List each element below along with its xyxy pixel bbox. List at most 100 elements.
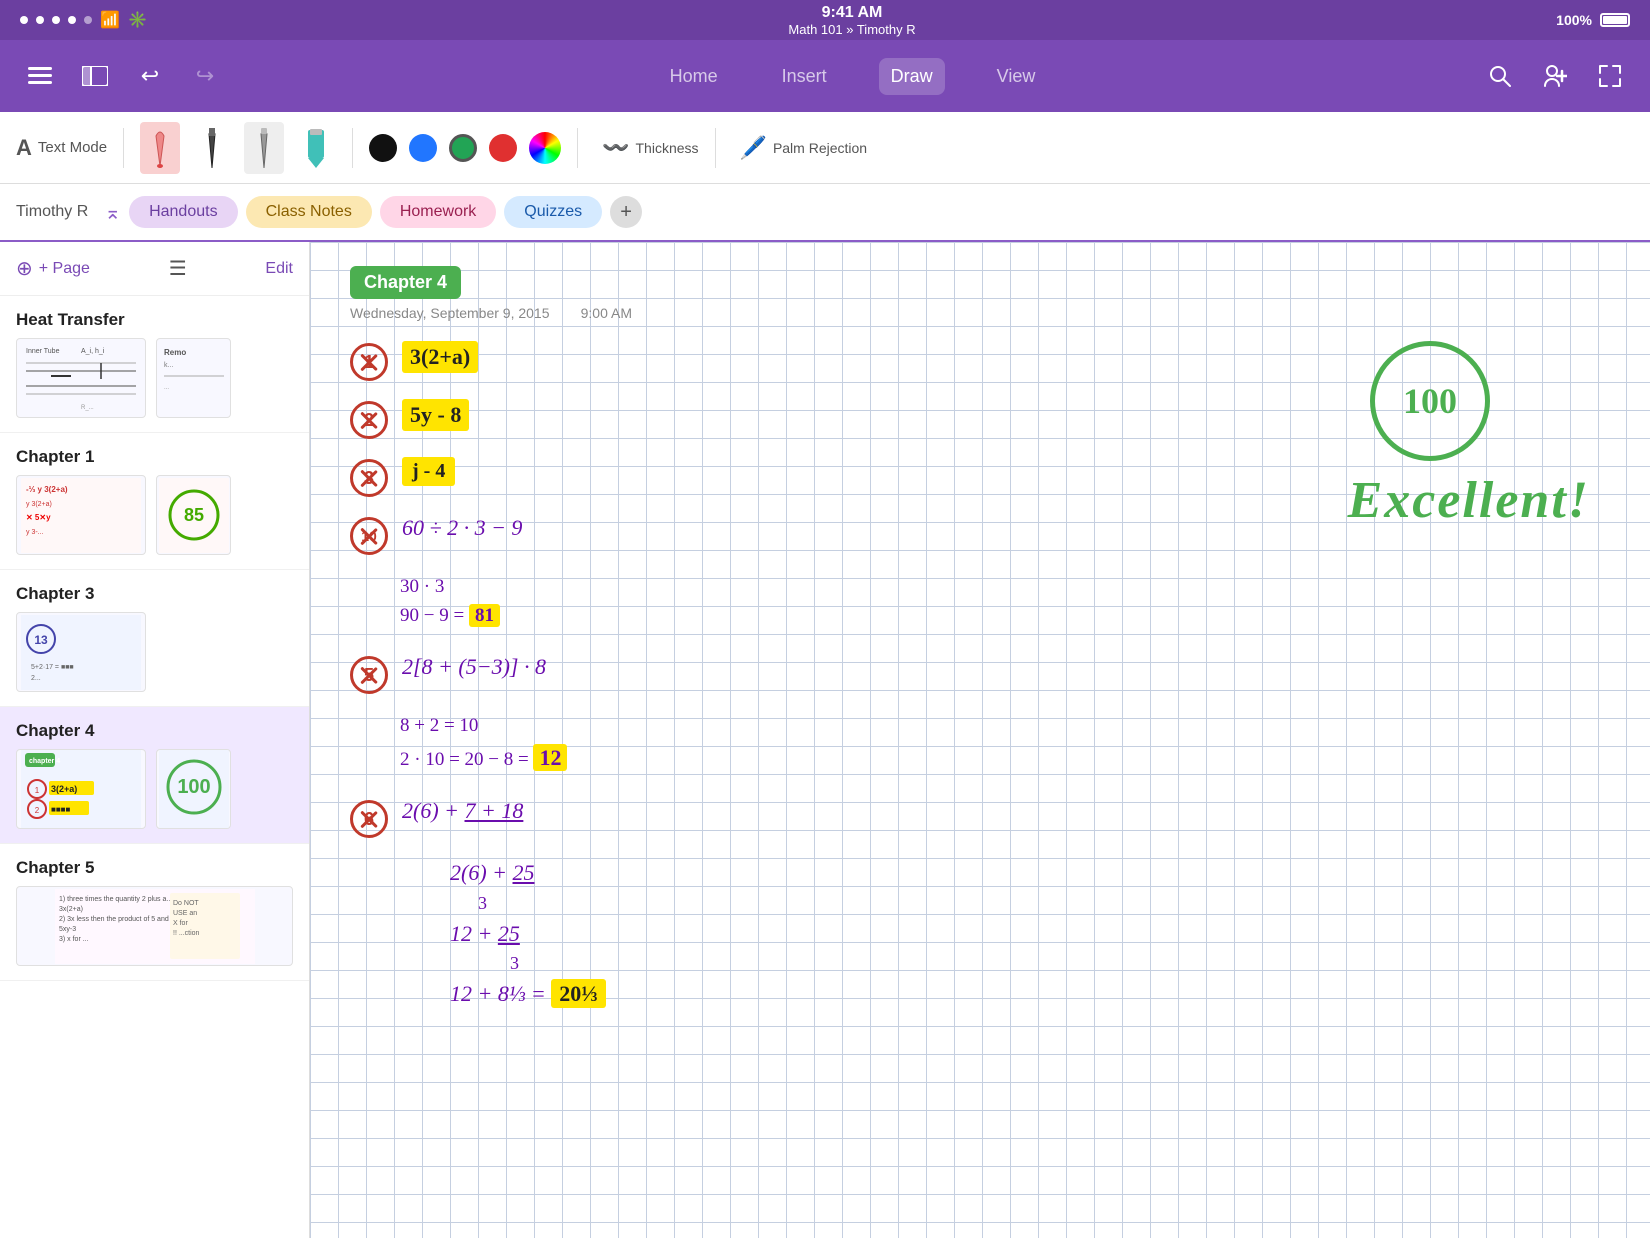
svg-text:■■■■: ■■■■: [51, 805, 70, 814]
edit-button[interactable]: Edit: [265, 260, 293, 278]
svg-text:k...: k...: [164, 362, 173, 369]
pen-tool-gray-active[interactable]: [244, 122, 284, 174]
add-page-label: + Page: [39, 260, 90, 278]
chapter-tag: Chapter 4: [350, 266, 1610, 305]
svg-text:X for: X for: [173, 920, 188, 927]
problem-num-2: 2: [350, 401, 388, 439]
svg-text:1) three times the quantity 2: 1) three times the quantity 2 plus a...: [59, 896, 172, 903]
color-swatch-blue[interactable]: [409, 134, 437, 162]
tab-quizzes[interactable]: Quizzes: [504, 196, 602, 228]
sidebar-item-title: Chapter 4: [16, 721, 293, 741]
fullscreen-button[interactable]: [1590, 56, 1630, 96]
problem-4-container: 10 60 ÷ 2 · 3 − 9 30 · 3 90 − 9 = 81: [350, 515, 1610, 630]
nav-bar: ↩ ↪ Home Insert Draw View: [0, 40, 1650, 112]
sidebar-item-chapter-5[interactable]: Chapter 5 1) three times the quantity 2 …: [0, 844, 309, 981]
svg-text:1: 1: [35, 786, 40, 795]
text-mode-icon: A: [16, 135, 32, 161]
pen-tool-teal[interactable]: [296, 122, 336, 174]
add-page-button[interactable]: ⊕ + Page: [16, 256, 90, 281]
nav-tab-view[interactable]: View: [985, 58, 1048, 95]
color-picker-button[interactable]: [529, 132, 561, 164]
problem-6: 6 2(6) + 7 + 18: [350, 798, 1610, 838]
svg-text:2: 2: [35, 806, 40, 815]
sidebar-item-chapter-1[interactable]: Chapter 1 -⅓ y 3(2+a) y 3(2+a) ✕ 5✕y y 3…: [0, 433, 309, 570]
thickness-button[interactable]: 〰️ Thickness: [602, 135, 698, 161]
svg-text:R_...: R_...: [81, 405, 94, 411]
status-bar-left: 📶 ✳️: [20, 10, 148, 30]
chapter-date: Wednesday, September 9, 2015 9:00 AM: [350, 305, 1610, 321]
score-circle: 100: [1370, 341, 1490, 461]
brightness-icon: ✳️: [128, 10, 148, 30]
problem-num-3: 3: [350, 459, 388, 497]
draw-toolbar: A Text Mode 〰️ Thickness 🖊️ Palm Rejecti…: [0, 112, 1650, 184]
content-area: Chapter 4 Wednesday, September 9, 2015 9…: [310, 242, 1650, 1238]
nav-tab-draw[interactable]: Draw: [879, 58, 945, 95]
tab-homework[interactable]: Homework: [380, 196, 496, 228]
svg-text:2...: 2...: [31, 675, 41, 682]
sidebar: ⊕ + Page ☰ Edit Heat Transfer Inner Tube…: [0, 242, 310, 1238]
problem-num-4: 10: [350, 517, 388, 555]
redo-button[interactable]: ↪: [185, 56, 225, 96]
back-arrow-button[interactable]: ⌅: [104, 200, 121, 225]
add-icon: ⊕: [16, 256, 33, 281]
problem-3-expr: j - 4: [402, 457, 455, 486]
pen-tool-pink[interactable]: [140, 122, 180, 174]
svg-text:y 3-...: y 3-...: [26, 529, 44, 536]
sidebar-thumbnail: chapter 4 1 3(2+a) 2 ■■■■: [16, 749, 293, 829]
search-button[interactable]: [1480, 56, 1520, 96]
add-user-button[interactable]: [1535, 56, 1575, 96]
svg-text:5+2·17 = ■■■: 5+2·17 = ■■■: [31, 664, 74, 671]
tab-handouts[interactable]: Handouts: [129, 196, 238, 228]
thickness-icon: 〰️: [602, 135, 629, 161]
svg-text:chapter 4: chapter 4: [29, 758, 60, 765]
palm-rejection-button[interactable]: 🖊️ Palm Rejection: [740, 135, 868, 161]
problem-num-5: 5: [350, 656, 388, 694]
thumb-chapter-5: 1) three times the quantity 2 plus a... …: [16, 886, 293, 966]
battery-percent: 100%: [1556, 12, 1592, 28]
svg-text:5xy-3: 5xy-3: [59, 926, 76, 933]
problem-6-container: 6 2(6) + 7 + 18 2(6) + 25 3 12 + 25 3 12…: [350, 798, 1610, 1011]
color-swatch-black[interactable]: [369, 134, 397, 162]
color-swatch-red[interactable]: [489, 134, 517, 162]
svg-text:100: 100: [177, 776, 210, 798]
undo-button[interactable]: ↩: [130, 56, 170, 96]
text-mode-label: Text Mode: [38, 139, 107, 156]
problem-1-expr: 3(2+a): [402, 341, 478, 373]
svg-text:-⅓ y 3(2+a): -⅓ y 3(2+a): [26, 485, 68, 494]
separator-3: [577, 128, 578, 168]
nav-tab-insert[interactable]: Insert: [770, 58, 839, 95]
thickness-label: Thickness: [636, 140, 699, 156]
tab-class-notes[interactable]: Class Notes: [246, 196, 372, 228]
status-bar-center: 9:41 AM Math 101 » Timothy R: [788, 4, 915, 37]
status-subtitle: Math 101 » Timothy R: [788, 22, 915, 37]
problem-4-expr: 60 ÷ 2 · 3 − 9: [402, 515, 522, 541]
nav-tab-home[interactable]: Home: [658, 58, 730, 95]
sidebar-thumbnail: -⅓ y 3(2+a) y 3(2+a) ✕ 5✕y y 3-... 85: [16, 475, 293, 555]
svg-text:2) 3x less then the product of: 2) 3x less then the product of 5 and y..…: [59, 916, 180, 923]
problem-4-work: 30 · 3 90 − 9 = 81: [400, 573, 1610, 630]
thumb-chapter-3: 13 5+2·17 = ■■■ 2...: [16, 612, 146, 692]
sidebar-toggle-button[interactable]: [75, 56, 115, 96]
status-time: 9:41 AM: [822, 4, 883, 22]
problem-2-expr: 5y - 8: [402, 399, 469, 431]
svg-text:USE an: USE an: [173, 910, 197, 917]
list-view-button[interactable]: ☰: [169, 256, 187, 281]
color-swatch-green[interactable]: [449, 134, 477, 162]
add-tab-button[interactable]: +: [610, 196, 642, 228]
problem-num-1: 1: [350, 343, 388, 381]
wifi-icon: 📶: [100, 10, 120, 30]
sidebar-item-title: Chapter 1: [16, 447, 293, 467]
sidebar-item-heat-transfer[interactable]: Heat Transfer Inner Tube A_i, h_i R_...: [0, 296, 309, 433]
sidebar-thumbnail: Inner Tube A_i, h_i R_... Remo: [16, 338, 293, 418]
svg-text:✕ 5✕y: ✕ 5✕y: [26, 513, 51, 522]
menu-button[interactable]: [20, 56, 60, 96]
sidebar-item-chapter-4[interactable]: Chapter 4 chapter 4 1 3(2+a) 2 ■■■■: [0, 707, 309, 844]
separator-4: [715, 128, 716, 168]
nav-center: Home Insert Draw View: [225, 58, 1480, 95]
user-pill: Timothy R: [16, 203, 88, 221]
problem-5-container: 5 2[8 + (5−3)] · 8 8 + 2 = 10 2 · 10 = 2…: [350, 654, 1610, 774]
sidebar-item-chapter-3[interactable]: Chapter 3 13 5+2·17 = ■■■ 2...: [0, 570, 309, 707]
pen-tool-dark[interactable]: [192, 122, 232, 174]
sidebar-thumbnail: 13 5+2·17 = ■■■ 2...: [16, 612, 293, 692]
text-mode-button[interactable]: A Text Mode: [16, 135, 107, 161]
